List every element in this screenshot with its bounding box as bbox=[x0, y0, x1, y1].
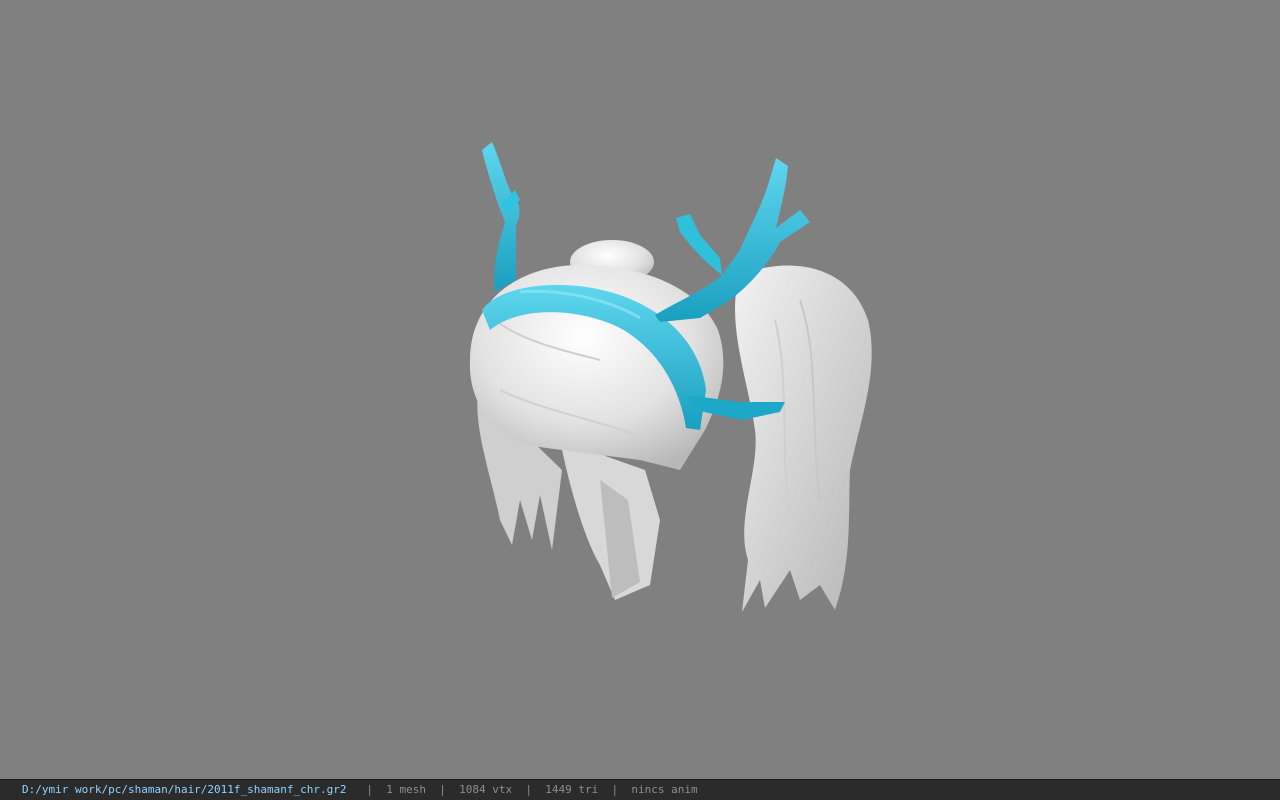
animation-status: nincs anim bbox=[631, 783, 698, 796]
separator: | bbox=[611, 783, 619, 796]
3d-viewport[interactable] bbox=[0, 0, 1280, 779]
file-path-text: D:/ymir work/pc/shaman/hair/2011f_shaman… bbox=[22, 783, 347, 796]
hair-model-render[interactable] bbox=[0, 0, 1280, 779]
mesh-count: 1 mesh bbox=[386, 783, 427, 796]
antler-left bbox=[482, 142, 520, 292]
separator: | bbox=[525, 783, 532, 796]
vertex-count: 1084 vtx bbox=[459, 783, 513, 796]
status-bar: D:/ymir work/pc/shaman/hair/2011f_shaman… bbox=[0, 779, 1280, 800]
separator: | bbox=[439, 783, 446, 796]
hair-ponytail-right bbox=[735, 265, 872, 612]
separator: | bbox=[366, 783, 374, 796]
triangle-count: 1449 tri bbox=[545, 783, 599, 796]
